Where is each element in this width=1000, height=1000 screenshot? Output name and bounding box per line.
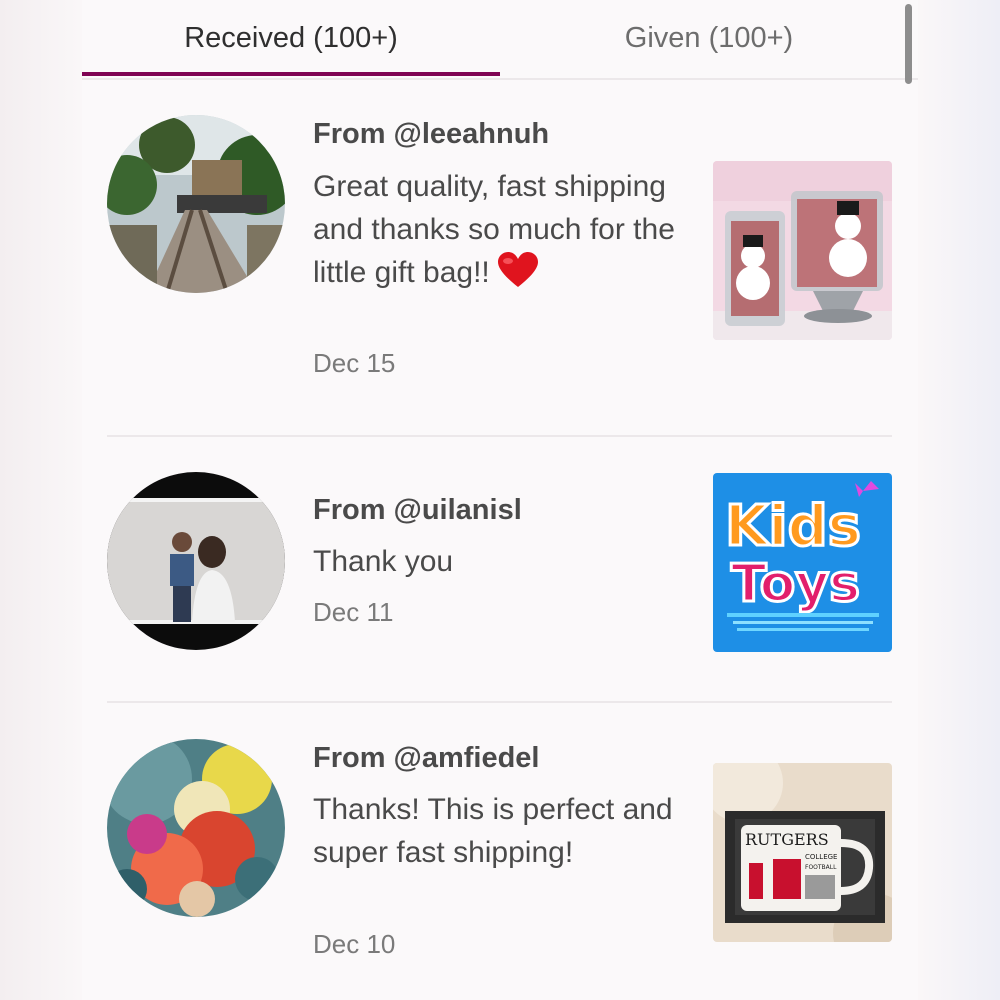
avatar[interactable] xyxy=(107,472,285,650)
review-message-text: Thank you xyxy=(313,545,454,578)
active-tab-indicator xyxy=(82,72,500,76)
scrollbar[interactable] xyxy=(905,4,912,84)
tab-given-label: Given (100+) xyxy=(624,21,794,54)
family-photo xyxy=(107,472,285,650)
snowman-candle-holders-photo xyxy=(713,161,892,340)
college-text: COLLEGE xyxy=(805,853,837,861)
avatar[interactable] xyxy=(107,115,285,293)
tab-bar: Received (100+) Given (100+) xyxy=(82,0,918,80)
review-message: Thank you xyxy=(313,540,683,583)
toys-text: Toys xyxy=(731,554,860,614)
review-date: Dec 15 xyxy=(313,348,396,378)
review-date: Dec 10 xyxy=(313,929,396,959)
tab-given[interactable]: Given (100+) xyxy=(500,0,918,76)
review-date: Dec 11 xyxy=(313,597,394,627)
review-message: Thanks! This is perfect and super fast s… xyxy=(313,788,683,874)
review-divider xyxy=(107,435,892,437)
abstract-paint-photo xyxy=(107,739,285,917)
reviewer-name[interactable]: From @uilanisl xyxy=(313,494,522,527)
railroad-photo xyxy=(107,115,285,293)
listing-thumbnail[interactable]: RUTGERS COLLEGE FOOTBALL xyxy=(713,763,892,942)
red-heart-icon xyxy=(497,252,538,300)
kids-text: Kids xyxy=(725,494,861,559)
review-divider xyxy=(107,701,892,703)
rutgers-text: RUTGERS xyxy=(745,830,829,849)
football-text: FOOTBALL xyxy=(805,864,837,871)
review-message-text: Thanks! This is perfect and super fast s… xyxy=(313,793,673,869)
rutgers-mug-photo: RUTGERS COLLEGE FOOTBALL xyxy=(713,763,892,942)
reviewer-name[interactable]: From @amfiedel xyxy=(313,742,540,775)
avatar[interactable] xyxy=(107,739,285,917)
tab-received[interactable]: Received (100+) xyxy=(82,0,500,76)
kids-toys-logo: Kids Toys xyxy=(713,473,892,652)
review-message: Great quality, fast shipping and thanks … xyxy=(313,165,683,300)
listing-thumbnail[interactable]: Kids Toys xyxy=(713,473,892,652)
reviewer-name[interactable]: From @leeahnuh xyxy=(313,118,549,151)
feedback-panel: Received (100+) Given (100+) From @leeah… xyxy=(82,0,918,1000)
listing-thumbnail[interactable] xyxy=(713,161,892,340)
review-message-text: Great quality, fast shipping and thanks … xyxy=(313,170,675,289)
tab-received-label: Received (100+) xyxy=(184,21,398,54)
